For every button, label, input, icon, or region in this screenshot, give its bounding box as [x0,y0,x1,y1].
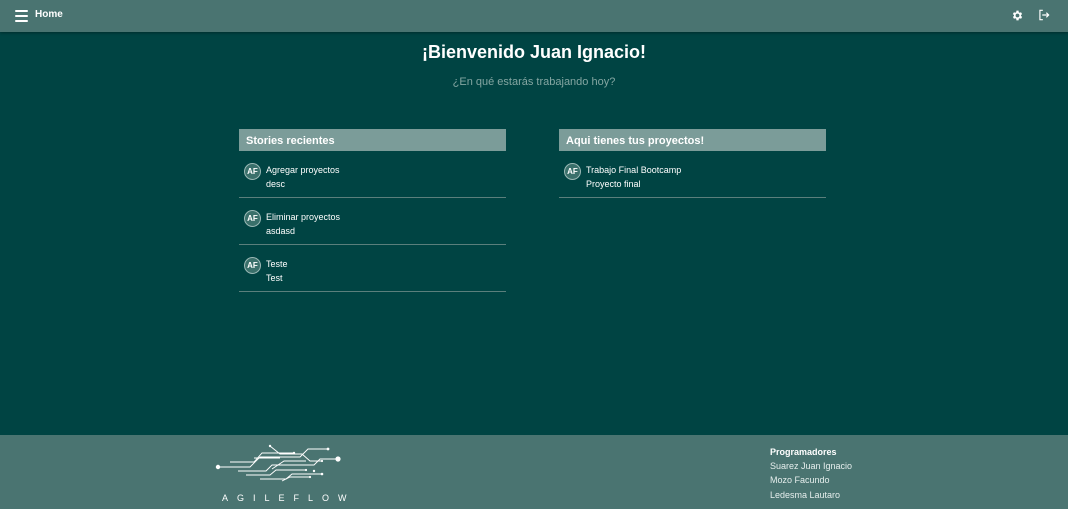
welcome-title: ¡Bienvenido Juan Ignacio! [421,42,647,62]
story-description: asdasd [266,226,296,236]
avatar: AF [244,163,261,180]
logout-icon[interactable] [1037,8,1051,22]
developer-name: Suarez Juan Ignacio [770,461,853,471]
menu-icon[interactable] [15,10,28,22]
project-description: Proyecto final [586,179,641,189]
circuit-logo-icon [215,444,341,482]
top-app-bar: Home [0,0,1068,32]
story-description: desc [266,179,286,189]
project-item[interactable]: AF Trabajo Final Bootcamp Proyecto final [559,151,826,198]
story-title: Agregar proyectos [266,165,340,175]
story-title: Eliminar proyectos [266,212,341,222]
brand-name: AGILEFLOW [222,493,356,503]
recent-stories-heading: Stories recientes [239,129,506,151]
avatar: AF [564,163,581,180]
story-title: Teste [266,259,288,269]
story-item[interactable]: AF Eliminar proyectos asdasd [239,198,506,245]
projects-heading: Aqui tienes tus proyectos! [559,129,826,151]
developer-name: Ledesma Lautaro [770,490,841,500]
story-description: Test [266,273,283,283]
recent-stories-panel: Stories recientes AF Agregar proyectos d… [239,129,506,292]
welcome-subtitle: ¿En qué estarás trabajando hoy? [452,76,616,88]
story-item[interactable]: AF Teste Test [239,245,506,292]
avatar: AF [244,210,261,227]
story-item[interactable]: AF Agregar proyectos desc [239,151,506,198]
avatar: AF [244,257,261,274]
home-link[interactable]: Home [35,9,63,20]
projects-panel: Aqui tienes tus proyectos! AF Trabajo Fi… [559,129,826,198]
developer-name: Mozo Facundo [770,475,830,485]
developers-heading: Programadores [770,447,837,457]
footer: AGILEFLOW Programadores Suarez Juan Igna… [0,435,1068,509]
gear-icon[interactable] [1011,9,1024,22]
project-title: Trabajo Final Bootcamp [586,165,682,175]
